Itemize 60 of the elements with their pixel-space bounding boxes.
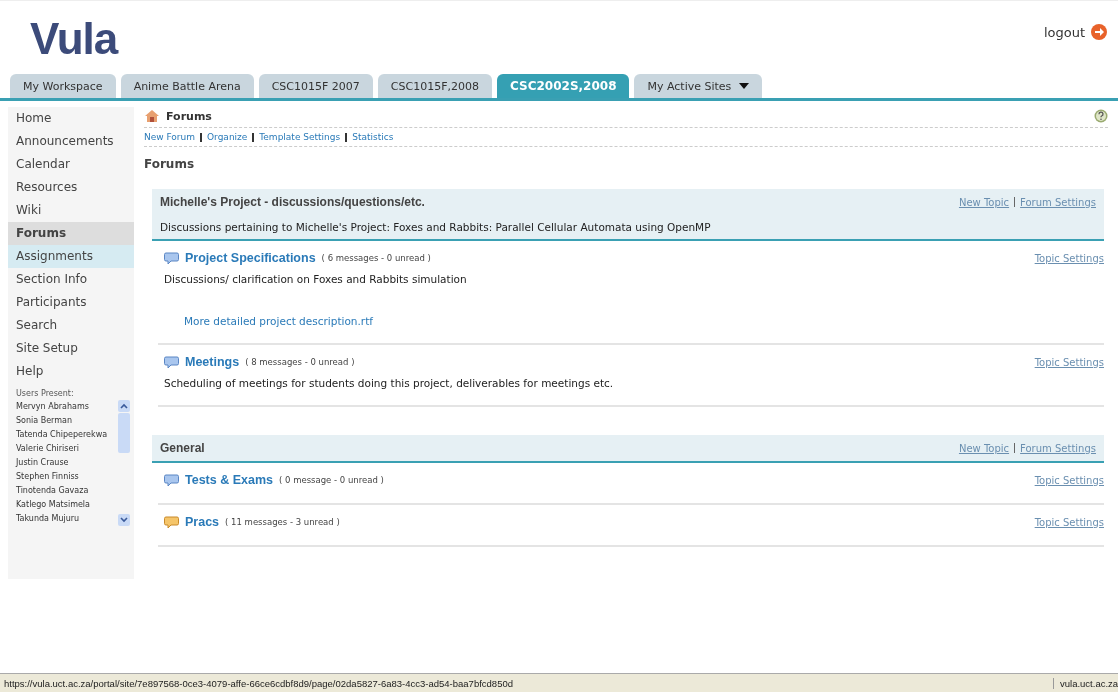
- status-zone: vula.uct.ac.za: [1053, 677, 1118, 689]
- site-tab[interactable]: CSC1015F 2007: [258, 74, 373, 98]
- message-count: ( 0 message - 0 unread ): [279, 475, 384, 485]
- help-icon[interactable]: [1094, 109, 1108, 123]
- logo: Vula: [30, 13, 118, 65]
- sidebar-item[interactable]: Section Info: [8, 268, 134, 291]
- forum-title: Michelle's Project - discussions/questions/etc.: [160, 195, 425, 209]
- sidebar-item[interactable]: Assignments: [8, 245, 134, 268]
- user-name: Tinotenda Gavaza: [16, 485, 90, 497]
- topic-settings-link[interactable]: Topic Settings: [1034, 474, 1104, 486]
- message-count: ( 6 messages - 0 unread ): [321, 253, 431, 263]
- user-name: Mervyn Abrahams: [16, 401, 90, 413]
- sidebar-item[interactable]: Resources: [8, 176, 134, 199]
- page-heading: Forums: [144, 157, 196, 171]
- user-name: Sonia Berman: [16, 415, 74, 427]
- topic-title[interactable]: Project Specifications: [185, 251, 316, 265]
- user-name: Tatenda Chipeperekwa: [16, 429, 109, 441]
- home-icon: [144, 109, 160, 123]
- sidebar-item[interactable]: Announcements: [8, 130, 134, 153]
- users-present-heading: Users Present:: [16, 389, 75, 398]
- scroll-bar[interactable]: [118, 400, 130, 526]
- caret-icon: [739, 83, 750, 89]
- user-name: Stephen Finniss: [16, 471, 80, 483]
- toolbar-link[interactable]: New Forum: [144, 132, 196, 142]
- topic-title[interactable]: Pracs: [185, 515, 220, 529]
- toolbar-link[interactable]: Statistics: [352, 132, 394, 142]
- sidebar-item[interactable]: Site Setup: [8, 337, 134, 360]
- sidebar-item[interactable]: Search: [8, 314, 134, 337]
- topic-settings-link[interactable]: Topic Settings: [1034, 356, 1104, 368]
- site-tab[interactable]: My Workspace: [10, 74, 116, 98]
- user-name: Justin Crause: [16, 457, 70, 469]
- sidebar-item[interactable]: Calendar: [8, 153, 134, 176]
- topic-title[interactable]: Tests & Exams: [185, 473, 273, 487]
- forum-description: Discussions pertaining to Michelle's Project: Foxes and Rabbits: Parallel Cellular Automata using OpenMP: [160, 221, 712, 233]
- user-name: Katlego Matsimela: [16, 499, 91, 511]
- toolbar-link[interactable]: Template Settings: [259, 132, 341, 142]
- topic-settings-link[interactable]: Topic Settings: [1034, 516, 1104, 528]
- topic-description: Discussions/ clarification on Foxes and Rabbits simulation: [164, 273, 468, 285]
- message-count: ( 8 messages - 0 unread ): [245, 357, 355, 367]
- site-tab[interactable]: CSC1015F,2008: [377, 74, 492, 98]
- sidebar-item[interactable]: Home: [8, 107, 134, 130]
- tool-title: Forums: [166, 109, 212, 123]
- user-name: Valerie Chiriseri: [16, 443, 80, 455]
- logout-icon: [1090, 23, 1108, 41]
- sidebar-item[interactable]: Forums: [8, 222, 134, 245]
- sidebar-item[interactable]: Help: [8, 360, 134, 383]
- topic-settings-link[interactable]: Topic Settings: [1034, 252, 1104, 264]
- status-url: https://vula.uct.ac.za/portal/site/7e897568-0ce3-4079-affe-66ce6cdbf8d9/page/02da5827-6a83-4cc3-ad54-baa7bfcd850d: [3, 677, 514, 689]
- attachment-link[interactable]: More detailed project description.rtf: [184, 315, 1104, 327]
- sidebar-item[interactable]: Participants: [8, 291, 134, 314]
- site-tab[interactable]: Anime Battle Arena: [120, 74, 254, 98]
- sidebar-item[interactable]: Wiki: [8, 199, 134, 222]
- toolbar-link[interactable]: Organize: [207, 132, 248, 142]
- forum-title: General: [160, 441, 205, 455]
- user-name: Takunda Mujuru: [16, 513, 81, 525]
- site-tab[interactable]: My Active Sites: [634, 74, 763, 98]
- topic-description: Scheduling of meetings for students doing this project, deliverables for meetings etc.: [164, 377, 615, 389]
- topic-title[interactable]: Meetings: [185, 355, 240, 369]
- message-count: ( 11 messages - 3 unread ): [225, 517, 340, 527]
- logout-link[interactable]: logout: [1043, 23, 1108, 41]
